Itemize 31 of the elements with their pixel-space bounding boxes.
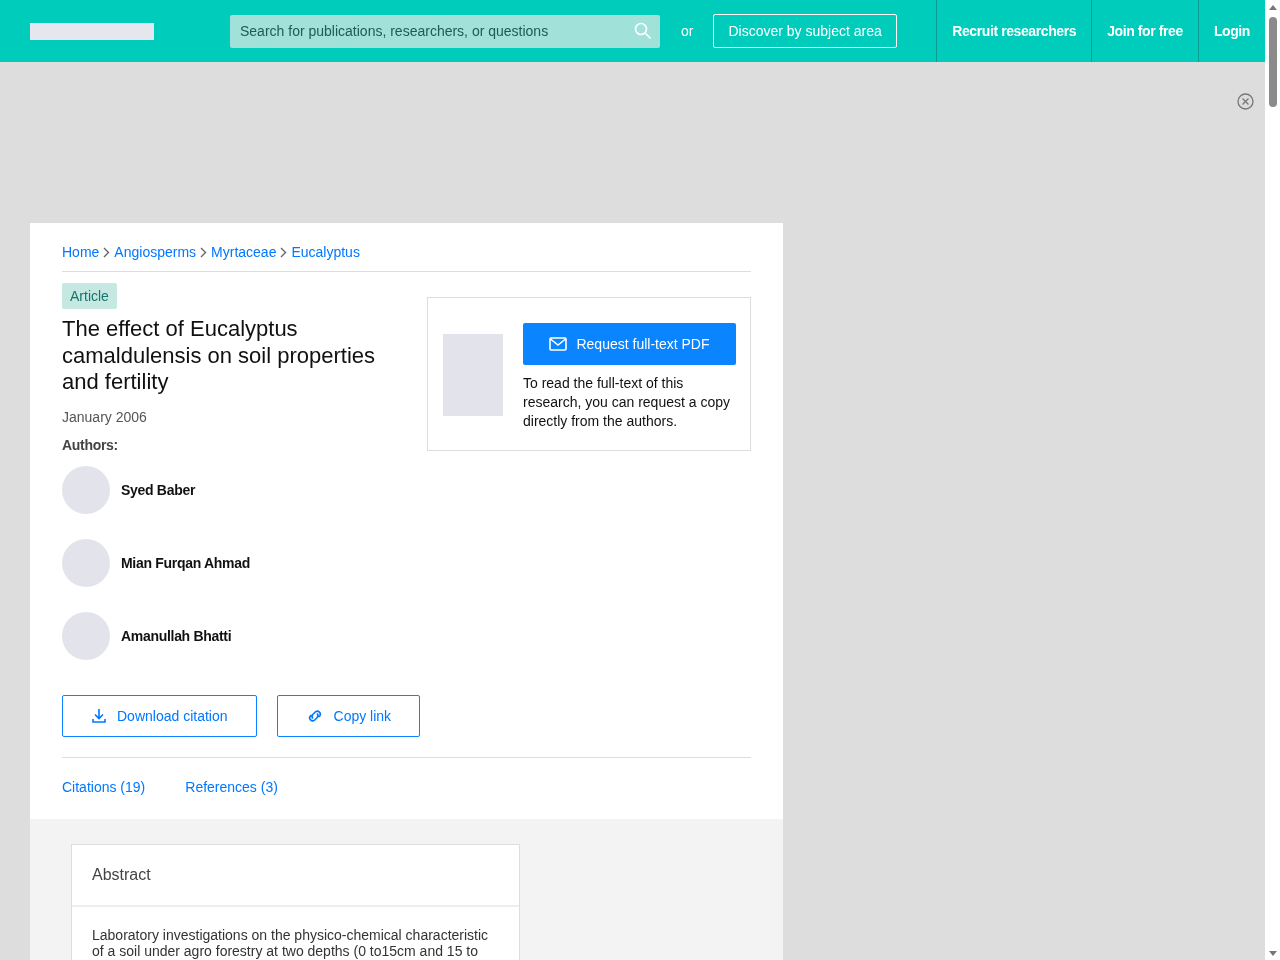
chevron-icon (200, 246, 208, 258)
search-icon (634, 21, 652, 40)
author-name[interactable]: Syed Baber (121, 481, 196, 498)
request-pdf-button[interactable]: Request full-text PDF (523, 323, 736, 365)
close-icon[interactable] (1237, 93, 1254, 110)
tab[interactable]: Citations (19) (62, 773, 146, 803)
scroll-up-icon[interactable] (1267, 3, 1278, 13)
tab[interactable]: References (3) (185, 773, 278, 803)
chevron-icon (103, 246, 111, 258)
abstract-text: Laboratory investigations on the physico-chemical characteristic of a soil under agro forestry at two depths (0 to15cm and 15 to (91, 925, 490, 959)
breadcrumb-link[interactable]: Angiosperms (114, 244, 197, 260)
publication-date: January 2006 (62, 408, 148, 425)
breadcrumb-link[interactable]: Eucalyptus (291, 244, 360, 260)
or-label: or (681, 23, 694, 39)
breadcrumb-link[interactable]: Home (62, 244, 100, 260)
breadcrumb-link[interactable]: Myrtaceae (211, 244, 277, 260)
article-type-tag: Article (62, 283, 117, 309)
chevron-icon (280, 246, 288, 258)
abstract-heading: Abstract (72, 844, 519, 907)
download-icon (91, 707, 107, 724)
scroll-down-icon[interactable] (1267, 948, 1278, 958)
scrollbar-thumb[interactable] (1268, 17, 1277, 107)
copy-link-button[interactable]: Copy link (276, 694, 421, 737)
download-citation-button[interactable]: Download citation (62, 694, 257, 737)
mail-icon (549, 337, 568, 351)
request-note: To read the full-text of this research, you can request a copy directly from the authors. (523, 374, 731, 431)
authors-label: Authors: (62, 436, 119, 453)
article-title: The effect of Eucalyptus camaldulensis on soil properties and fertility (62, 316, 377, 396)
search-field[interactable]: Search for publications, researchers, or questions (230, 14, 660, 48)
author-name[interactable]: Amanullah Bhatti (121, 627, 232, 644)
author-name[interactable]: Mian Furqan Ahmad (121, 554, 250, 571)
